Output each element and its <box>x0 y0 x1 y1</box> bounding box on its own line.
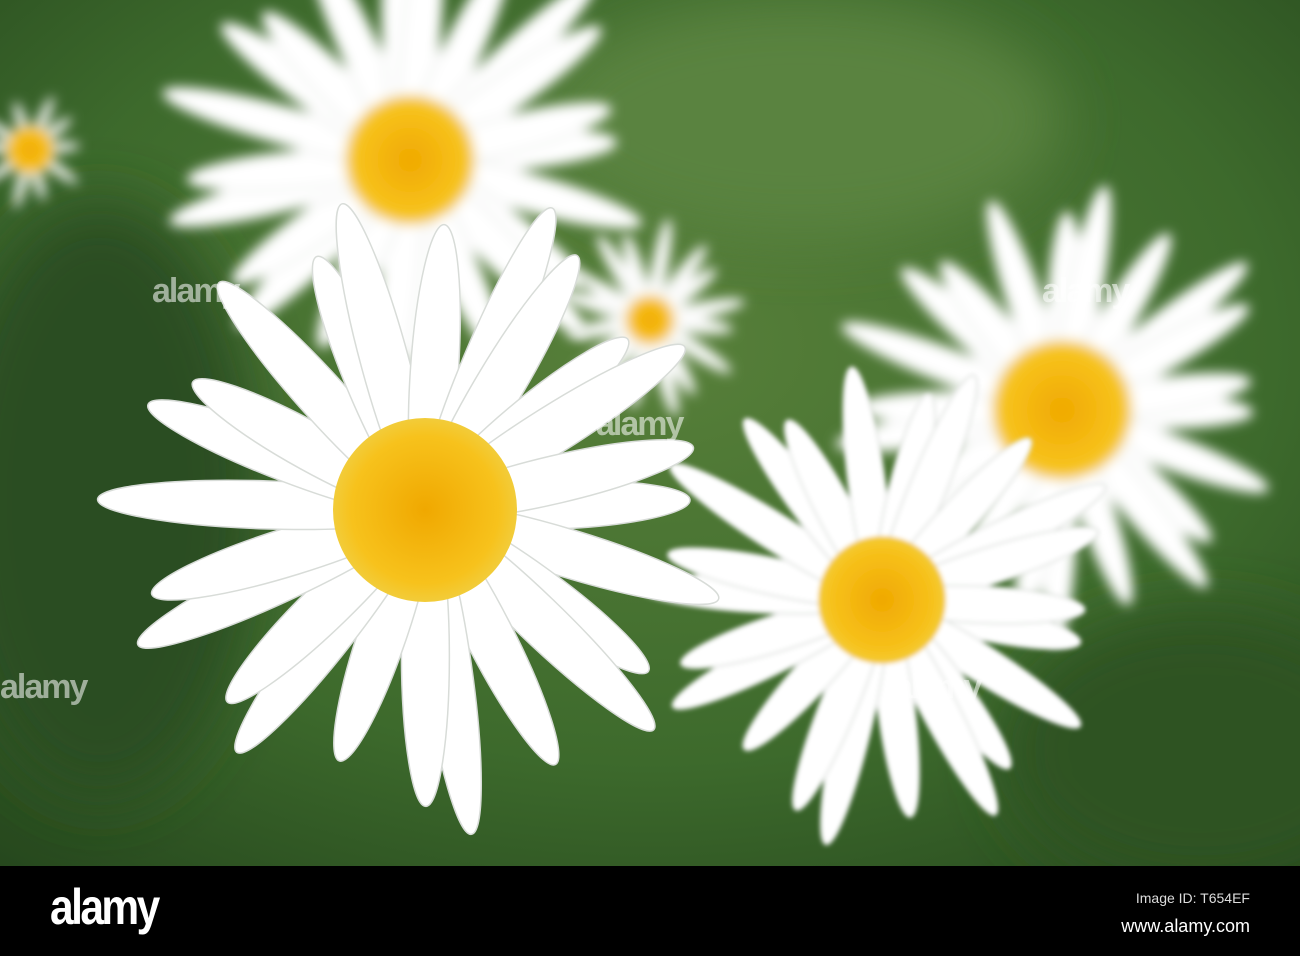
watermark: alamy <box>596 405 684 443</box>
flower-center <box>625 295 675 345</box>
watermark: alamy <box>0 668 88 706</box>
flower-center <box>818 536 946 664</box>
image-id: Image ID: T654EF <box>1135 890 1250 906</box>
flower-center <box>345 95 475 225</box>
footer-bar: alamy Image ID: T654EF www.alamy.com <box>0 866 1300 956</box>
watermark: alamy <box>1042 272 1130 310</box>
flower-center <box>5 125 55 175</box>
watermark: alamy <box>894 668 982 706</box>
watermark: alamy <box>152 272 240 310</box>
flower-center <box>333 418 517 602</box>
alamy-logo: alamy <box>50 879 160 935</box>
site-url: www.alamy.com <box>1121 916 1250 936</box>
stock-photo: alamy alamy alamy alamy alamy alamy Imag… <box>0 0 1300 956</box>
